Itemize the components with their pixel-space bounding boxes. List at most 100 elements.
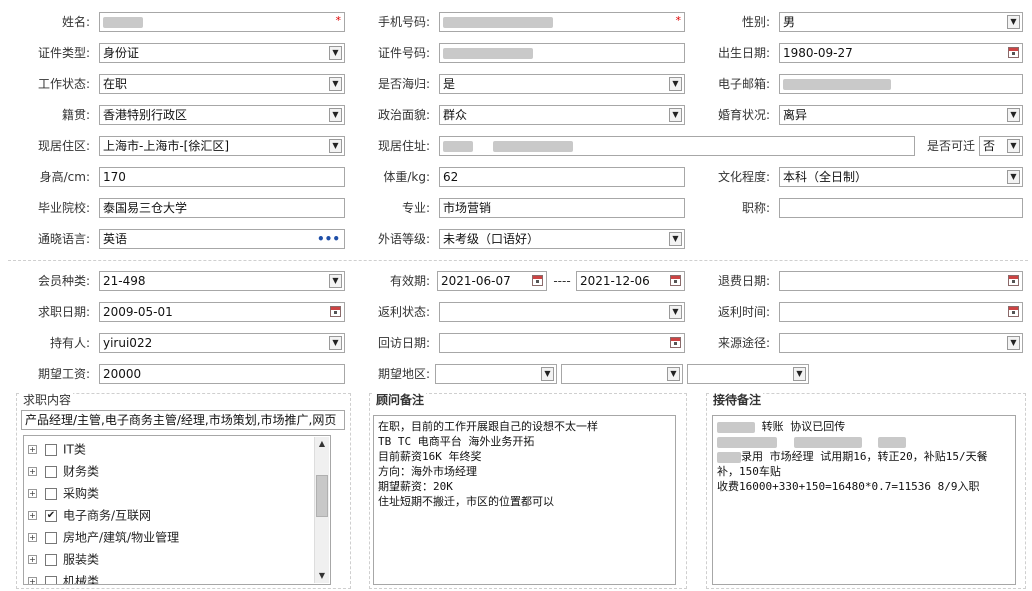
name-input[interactable]: * [99,12,345,32]
calendar-icon[interactable] [1008,306,1019,317]
member-select[interactable]: 21-498 ▼ [99,271,345,291]
checkbox[interactable] [45,443,57,456]
chevron-down-icon[interactable]: ▼ [1007,139,1020,153]
idno-label: 证件号码: [377,46,430,60]
area-value: 上海市-上海市-[徐汇区] [103,139,230,153]
chevron-down-icon[interactable]: ▼ [1007,170,1020,184]
chevron-down-icon[interactable]: ▼ [329,108,342,122]
region-province-select[interactable]: ▼ [435,364,557,384]
job-category-tree[interactable]: + IT类 + 财务类 + 采购类 + ✔ 电子商务/互联网 + 房地产/建筑/物业管理 +… [23,435,331,585]
scroll-up-icon[interactable]: ▲ [315,437,329,451]
address-input[interactable] [439,136,915,156]
work-select[interactable]: 在职 ▼ [99,74,345,94]
tree-item[interactable]: + ✔ 电子商务/互联网 [28,504,151,526]
rebate-time-input[interactable] [779,302,1023,322]
chevron-down-icon[interactable]: ▼ [669,108,682,122]
source-select[interactable]: ▼ [779,333,1023,353]
lang-input[interactable]: 英语 ••• [99,229,345,249]
title-input[interactable] [779,198,1023,218]
expand-icon[interactable]: + [28,577,37,584]
phone-label: 手机号码: [377,15,430,29]
tree-item[interactable]: + 财务类 [28,460,99,482]
chevron-down-icon[interactable]: ▼ [329,274,342,288]
native-select[interactable]: 香港特别行政区 ▼ [99,105,345,125]
chevron-down-icon[interactable]: ▼ [329,77,342,91]
chevron-down-icon[interactable]: ▼ [667,367,680,381]
note-line: 目前薪资16K 年终奖 [378,450,482,463]
calendar-icon[interactable] [1008,47,1019,58]
relocate-select[interactable]: 否 ▼ [979,136,1023,156]
area-select[interactable]: 上海市-上海市-[徐汇区] ▼ [99,136,345,156]
checkbox-checked[interactable]: ✔ [45,509,57,522]
region-district-select[interactable]: ▼ [687,364,809,384]
refund-date-input[interactable] [779,271,1023,291]
checkbox[interactable] [45,575,57,584]
checkbox[interactable] [45,553,57,566]
chevron-down-icon[interactable]: ▼ [1007,15,1020,29]
jobdate-input[interactable]: 2009-05-01 [99,302,345,322]
weight-input[interactable]: 62 [439,167,685,187]
height-input[interactable]: 170 [99,167,345,187]
scroll-down-icon[interactable]: ▼ [315,569,329,583]
edu-select[interactable]: 本科（全日制） ▼ [779,167,1023,187]
scroll-thumb[interactable] [316,475,328,517]
chevron-down-icon[interactable]: ▼ [329,336,342,350]
reception-notes-textarea[interactable]: 转账 协议已回传 录用 市场经理 试用期16，转正20，补贴15/天餐 补，15… [712,415,1016,585]
advisor-notes-textarea[interactable]: 在职，目前的工作开展跟自己的设想不太一样 TB TC 电商平台 海外业务开拓 目… [373,415,676,585]
chevron-down-icon[interactable]: ▼ [793,367,806,381]
marital-select[interactable]: 离异 ▼ [779,105,1023,125]
checkbox[interactable] [45,487,57,500]
overseas-value: 是 [443,77,456,91]
idno-input[interactable] [439,43,685,63]
chevron-down-icon[interactable]: ▼ [1007,336,1020,350]
calendar-icon[interactable] [330,306,341,317]
expand-icon[interactable]: + [28,445,37,454]
expand-icon[interactable]: + [28,489,37,498]
valid-to-input[interactable]: 2021-12-06 [576,271,685,291]
rebate-status-select[interactable]: ▼ [439,302,685,322]
more-options-icon[interactable]: ••• [317,230,340,248]
chevron-down-icon[interactable]: ▼ [329,139,342,153]
valid-from-input[interactable]: 2021-06-07 [437,271,547,291]
checkbox[interactable] [45,465,57,478]
salary-input[interactable]: 20000 [99,364,345,384]
calendar-icon[interactable] [670,337,681,348]
gender-select[interactable]: 男 ▼ [779,12,1023,32]
chevron-down-icon[interactable]: ▼ [669,77,682,91]
redacted-text [717,421,755,433]
chevron-down-icon[interactable]: ▼ [669,232,682,246]
political-select[interactable]: 群众 ▼ [439,105,685,125]
checkbox[interactable] [45,531,57,544]
phone-input[interactable]: * [439,12,685,32]
tree-item[interactable]: + IT类 [28,438,86,460]
tree-item[interactable]: + 服装类 [28,548,99,570]
region-city-select[interactable]: ▼ [561,364,683,384]
calendar-icon[interactable] [670,275,681,286]
chevron-down-icon[interactable]: ▼ [669,305,682,319]
rebate-status-label: 返利状态: [377,305,430,319]
school-input[interactable]: 泰国易三仓大学 [99,198,345,218]
holder-select[interactable]: yirui022 ▼ [99,333,345,353]
calendar-icon[interactable] [532,275,543,286]
major-input[interactable]: 市场营销 [439,198,685,218]
overseas-select[interactable]: 是 ▼ [439,74,685,94]
expand-icon[interactable]: + [28,511,37,520]
calendar-icon[interactable] [1008,275,1019,286]
expand-icon[interactable]: + [28,533,37,542]
birth-input[interactable]: 1980-09-27 [779,43,1023,63]
visit-date-input[interactable] [439,333,685,353]
idtype-select[interactable]: 身份证 ▼ [99,43,345,63]
email-input[interactable] [779,74,1023,94]
tree-item[interactable]: + 房地产/建筑/物业管理 [28,526,179,548]
expand-icon[interactable]: + [28,555,37,564]
tree-scrollbar[interactable]: ▲ ▼ [314,437,329,583]
political-value: 群众 [443,108,468,122]
tree-item[interactable]: + 机械类 [28,570,99,584]
chevron-down-icon[interactable]: ▼ [541,367,554,381]
job-summary-input[interactable]: 产品经理/主管,电子商务主管/经理,市场策划,市场推广,网页 [21,410,345,430]
tree-item[interactable]: + 采购类 [28,482,99,504]
flevel-select[interactable]: 未考级（口语好） ▼ [439,229,685,249]
chevron-down-icon[interactable]: ▼ [329,46,342,60]
chevron-down-icon[interactable]: ▼ [1007,108,1020,122]
expand-icon[interactable]: + [28,467,37,476]
